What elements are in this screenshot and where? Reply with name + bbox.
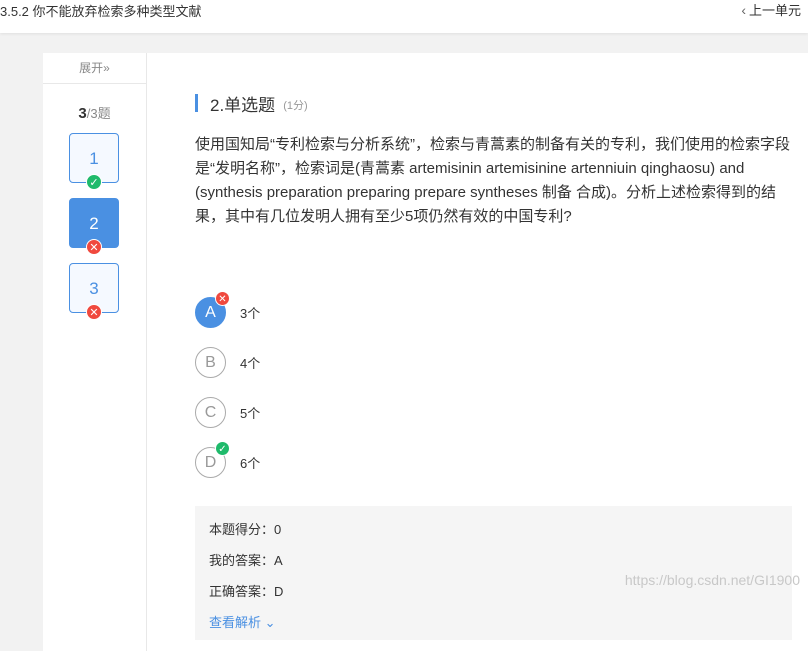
question-points: (1分) — [283, 99, 308, 112]
option-d[interactable]: D ✓ 6个 — [195, 441, 261, 478]
option-letter: A — [205, 304, 216, 321]
option-a[interactable]: A ✕ 3个 — [195, 291, 261, 328]
chevron-down-icon: ⌄ — [264, 615, 276, 630]
view-analysis-label: 查看解析 — [209, 615, 262, 630]
question-title: 2.单选题 — [210, 95, 276, 115]
option-letter-circle: A ✕ — [195, 291, 230, 328]
cross-icon: ✕ — [86, 304, 102, 320]
option-text: 6个 — [240, 456, 261, 471]
cross-icon: ✕ — [86, 239, 102, 255]
question-number: 2 — [89, 214, 99, 233]
cross-icon: ✕ — [215, 291, 230, 306]
counter-total: /3题 — [86, 106, 111, 121]
question-nav-item-3[interactable]: 3 ✕ — [69, 263, 119, 320]
question-nav-item-2[interactable]: 2 ✕ — [69, 198, 119, 255]
counter-current: 3 — [78, 105, 87, 122]
view-analysis-link[interactable]: 查看解析 ⌄ — [209, 612, 778, 643]
top-bar: 3.5.2 你不能放弃检索多种类型文献 ‹ 上一单元 — [0, 0, 808, 33]
question-number: 3 — [89, 279, 99, 298]
chevron-left-icon: ‹ — [741, 1, 746, 18]
option-letter-circle: B — [195, 347, 226, 378]
option-text: 5个 — [240, 406, 261, 421]
option-letter: B — [205, 354, 216, 371]
option-text: 4个 — [240, 356, 261, 371]
prev-unit-label: 上一单元 — [748, 3, 801, 18]
check-icon: ✓ — [86, 174, 102, 190]
question-header: 2.单选题 (1分) — [195, 92, 308, 115]
option-letter: D — [204, 454, 217, 471]
question-nav-sidebar: 展开» 3/3题 1 ✓ 2 ✕ 3 ✕ — [43, 53, 147, 651]
title-accent-bar — [195, 94, 198, 112]
option-letter-circle: D ✓ — [195, 441, 230, 478]
question-stem: 使用国知局“专利检索与分析系统”，检索与青蒿素的制备有关的专利，我们使用的检索字… — [195, 136, 790, 225]
quiz-panel: 展开» 3/3题 1 ✓ 2 ✕ 3 ✕ 2.单选题 (1分) 使用国知局“专利… — [43, 53, 808, 651]
option-text: 3个 — [240, 306, 261, 321]
watermark: https://blog.csdn.net/GI1900 — [624, 572, 800, 588]
score-text: 本题得分：0 — [209, 522, 282, 537]
check-icon: ✓ — [215, 441, 230, 456]
option-c[interactable]: C 5个 — [195, 397, 260, 428]
option-letter: C — [204, 404, 217, 421]
question-counter: 3/3题 — [43, 103, 146, 122]
prev-unit-button[interactable]: ‹ 上一单元 — [741, 0, 801, 19]
unit-title: 3.5.2 你不能放弃检索多种类型文献 — [0, 4, 202, 19]
question-number: 1 — [89, 149, 99, 168]
question-nav-item-1[interactable]: 1 ✓ — [69, 133, 119, 190]
option-b[interactable]: B 4个 — [195, 347, 260, 378]
expand-button[interactable]: 展开» — [43, 53, 146, 84]
option-letter-circle: C — [195, 397, 226, 428]
